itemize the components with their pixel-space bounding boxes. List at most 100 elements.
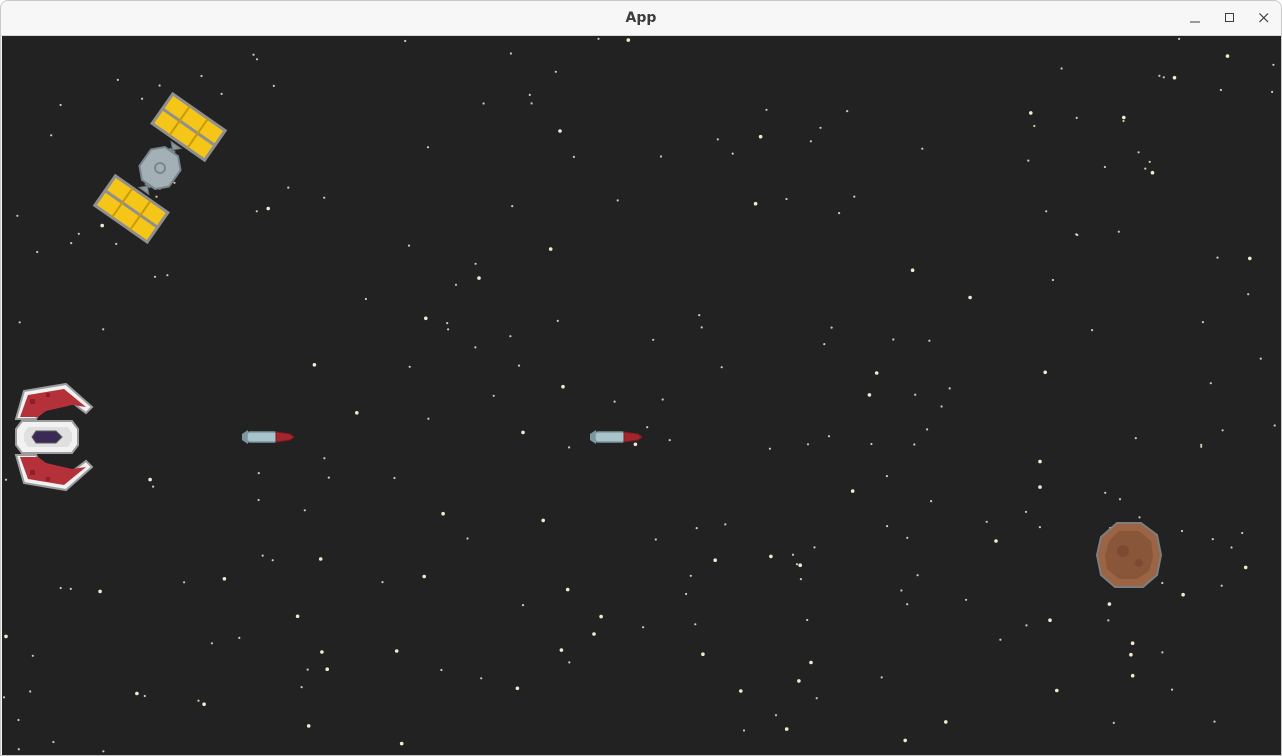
star (968, 295, 972, 300)
star (668, 439, 671, 442)
star (426, 146, 430, 149)
star (1158, 74, 1161, 77)
title-bar[interactable]: App (1, 1, 1281, 36)
star (870, 442, 873, 446)
close-button[interactable] (1251, 5, 1277, 31)
star (407, 244, 411, 247)
star (480, 677, 483, 680)
star (1221, 429, 1224, 432)
star (642, 626, 645, 629)
star (1038, 485, 1042, 489)
star (16, 214, 19, 217)
star (287, 186, 290, 189)
star (517, 364, 521, 367)
star (556, 319, 559, 322)
star (509, 52, 512, 55)
star (885, 475, 889, 478)
star (646, 426, 649, 429)
star (1172, 75, 1177, 80)
star (791, 553, 795, 556)
star (906, 536, 909, 539)
star (809, 660, 813, 665)
star (323, 196, 326, 199)
star (742, 729, 746, 732)
star (306, 724, 311, 728)
star (1104, 491, 1107, 494)
star (1178, 37, 1181, 40)
star (59, 586, 62, 590)
star (568, 661, 571, 664)
maximize-icon (1225, 13, 1234, 22)
star (271, 559, 274, 562)
star (659, 155, 663, 158)
star (652, 338, 655, 341)
star (381, 581, 384, 584)
star (210, 642, 213, 645)
star (183, 581, 186, 584)
star (558, 129, 562, 133)
star (1200, 445, 1203, 448)
star (327, 476, 330, 479)
star (928, 339, 931, 342)
star (320, 650, 324, 654)
star (148, 477, 152, 482)
game-canvas[interactable] (2, 36, 1281, 755)
star (1045, 210, 1048, 213)
minimize-icon (1190, 21, 1200, 23)
close-icon (1259, 13, 1269, 23)
satellite (92, 91, 228, 245)
star (312, 363, 317, 367)
star (18, 321, 21, 324)
star (948, 387, 951, 390)
star (921, 147, 924, 150)
star (1200, 443, 1203, 446)
star (1137, 151, 1140, 154)
star (530, 102, 533, 105)
star (325, 667, 330, 671)
star (548, 247, 553, 251)
star (700, 326, 703, 329)
star (399, 741, 404, 746)
star (238, 636, 241, 640)
star (815, 697, 818, 700)
star (819, 126, 822, 129)
star (1171, 688, 1174, 691)
star (753, 201, 758, 206)
star (1130, 673, 1135, 678)
star (913, 443, 916, 446)
star (1230, 546, 1233, 549)
star (509, 335, 512, 338)
star (440, 668, 443, 672)
asteroid (1095, 522, 1163, 588)
star (827, 435, 831, 438)
star (77, 232, 80, 235)
star (1148, 160, 1151, 163)
star (220, 92, 223, 95)
star (541, 518, 545, 523)
star (616, 199, 619, 202)
star (252, 53, 255, 56)
star (1025, 624, 1028, 627)
star (257, 498, 260, 502)
star (1043, 370, 1047, 375)
star (806, 443, 810, 446)
star (633, 442, 638, 447)
star (914, 393, 917, 396)
star (765, 108, 768, 111)
maximize-button[interactable] (1217, 5, 1243, 31)
star (1024, 510, 1028, 513)
star (515, 686, 520, 691)
minimize-button[interactable] (1182, 5, 1208, 31)
star (266, 206, 271, 211)
star (926, 428, 929, 431)
star (1117, 230, 1120, 233)
star (592, 632, 596, 636)
star (441, 511, 445, 516)
star (1029, 111, 1033, 115)
star (318, 557, 323, 561)
star (809, 140, 813, 143)
star (1273, 424, 1276, 427)
star (774, 714, 778, 717)
star (994, 539, 998, 543)
star (1122, 119, 1125, 123)
